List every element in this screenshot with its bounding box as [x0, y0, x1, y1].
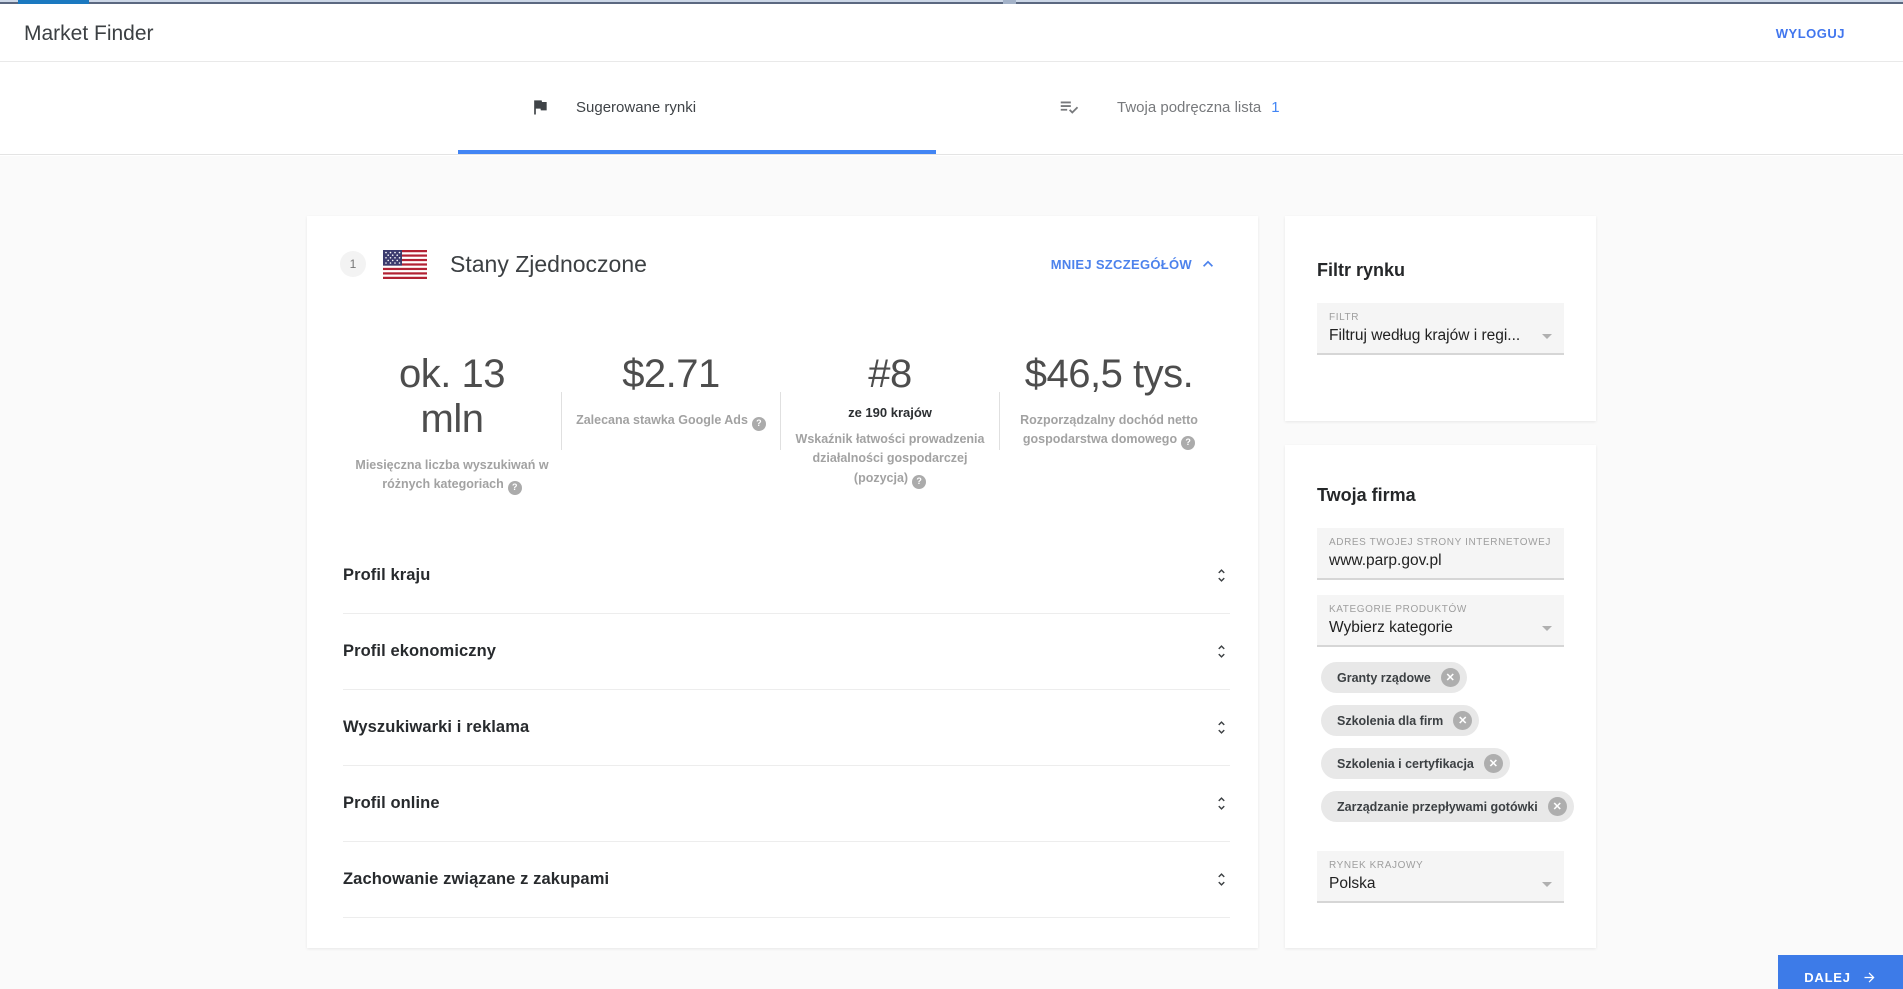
field-label: KATEGORIE PRODUKTÓW: [1329, 604, 1467, 615]
section-country-profile[interactable]: Profil kraju: [343, 538, 1230, 614]
stat-ads-bid: $2.71 Zalecana stawka Google Ads?: [562, 352, 780, 495]
field-value: Filtruj według krajów i regi...: [1329, 327, 1521, 344]
tab-suggested-markets[interactable]: Sugerowane rynki: [530, 63, 696, 151]
field-label: RYNEK KRAJOWY: [1329, 860, 1424, 871]
stat-value: ok. 13 mln: [399, 352, 505, 441]
less-details-toggle[interactable]: MNIEJ SZCZEGÓŁÓW: [1051, 254, 1218, 274]
remove-chip-icon[interactable]: ✕: [1440, 668, 1460, 687]
field-label: ADRES TWOJEJ STRONY INTERNETOWEJ: [1329, 537, 1551, 548]
field-value: Polska: [1329, 875, 1376, 892]
next-button-label: DALEJ: [1804, 970, 1851, 985]
field-value: Wybierz kategorie: [1329, 619, 1453, 636]
chip-label: Szkolenia i certyfikacja: [1337, 756, 1474, 771]
stat-caption: Wskaźnik łatwości prowadzenia działalnoś…: [795, 431, 985, 485]
tab-label: Sugerowane rynki: [576, 98, 697, 116]
stat-monthly-searches: ok. 13 mln Miesięczna liczba wyszukiwań …: [343, 352, 561, 495]
filter-card-title: Filtr rynku: [1317, 260, 1406, 280]
us-flag-icon: [383, 249, 427, 279]
home-market-select[interactable]: RYNEK KRAJOWY Polska: [1317, 851, 1564, 903]
section-purchase-behaviour[interactable]: Zachowanie związane z zakupami: [343, 842, 1230, 918]
unfold-more-icon: [1213, 567, 1230, 584]
app-header: Market Finder WYLOGUJ: [0, 6, 1903, 62]
tab-bar: Sugerowane rynki Twoja podręczna lista 1: [0, 63, 1903, 155]
flag-icon: [530, 97, 550, 117]
unfold-more-icon: [1213, 871, 1230, 888]
browser-edge-blue-segment: [18, 0, 89, 4]
unfold-more-icon: [1213, 719, 1230, 736]
remove-chip-icon[interactable]: ✕: [1453, 711, 1473, 730]
help-icon[interactable]: ?: [912, 474, 927, 489]
chip-label: Zarządzanie przepływami gotówki: [1337, 799, 1538, 814]
website-value: www.parp.gov.pl: [1329, 552, 1442, 569]
section-online-profile[interactable]: Profil online: [343, 766, 1230, 842]
stat-household-income: $46,5 tys. Rozporządzalny dochód netto g…: [1000, 352, 1218, 495]
dropdown-caret-icon: [1542, 881, 1552, 887]
stat-caption: Zalecana stawka Google Ads: [576, 412, 748, 427]
rank-badge: 1: [340, 251, 366, 277]
country-header-row: 1 Stany Zjednoczone MNIEJ SZCZEGÓŁÓW: [340, 249, 1218, 279]
chip-label: Szkolenia dla firm: [1337, 713, 1444, 728]
category-chips: Granty rządowe ✕ Szkolenia dla firm ✕ Sz…: [1321, 662, 1574, 822]
market-filter-card: Filtr rynku FILTR Filtruj według krajów …: [1285, 216, 1596, 421]
stat-ease-of-business: #8 ze 190 krajów Wskaźnik łatwości prowa…: [781, 352, 999, 495]
browser-edge-gray-segment: [1003, 0, 1016, 4]
chip-label: Granty rządowe: [1337, 670, 1431, 685]
stat-value: $2.71: [622, 352, 720, 396]
browser-edge-strip: [0, 0, 1903, 4]
market-filter-select[interactable]: FILTR Filtruj według krajów i regi...: [1317, 303, 1564, 355]
playlist-check-icon: [1058, 96, 1080, 118]
chevron-up-icon: [1198, 254, 1218, 274]
unfold-more-icon: [1213, 795, 1230, 812]
remove-chip-icon[interactable]: ✕: [1483, 754, 1503, 773]
active-tab-indicator: [458, 150, 936, 154]
chip-training-certification: Szkolenia i certyfikacja ✕: [1321, 748, 1510, 779]
section-search-and-ads[interactable]: Wyszukiwarki i reklama: [343, 690, 1230, 766]
your-company-card: Twoja firma ADRES TWOJEJ STRONY INTERNET…: [1285, 445, 1596, 948]
stat-value: #8: [868, 352, 912, 396]
stat-value: $46,5 tys.: [1024, 352, 1194, 396]
page-title: Market Finder: [24, 21, 154, 45]
chip-business-training: Szkolenia dla firm ✕: [1321, 705, 1480, 736]
section-label: Profil ekonomiczny: [343, 642, 497, 660]
section-label: Profil kraju: [343, 566, 431, 584]
company-card-title: Twoja firma: [1317, 485, 1416, 505]
help-icon[interactable]: ?: [751, 416, 766, 431]
product-categories-select[interactable]: KATEGORIE PRODUKTÓW Wybierz kategorie: [1317, 595, 1564, 647]
chip-government-grants: Granty rządowe ✕: [1321, 662, 1467, 693]
arrow-forward-icon: [1862, 970, 1877, 985]
dropdown-caret-icon: [1542, 625, 1552, 631]
field-label: FILTR: [1329, 312, 1360, 323]
logout-link[interactable]: WYLOGUJ: [1776, 26, 1845, 41]
help-icon[interactable]: ?: [507, 480, 522, 495]
next-button[interactable]: DALEJ: [1778, 955, 1903, 989]
tab-shortlist[interactable]: Twoja podręczna lista 1: [1058, 63, 1280, 151]
market-stats-row: ok. 13 mln Miesięczna liczba wyszukiwań …: [343, 352, 1218, 495]
stat-caption: Rozporządzalny dochód netto gospodarstwa…: [1020, 412, 1198, 447]
market-finder-page: Market Finder WYLOGUJ Sugerowane rynki T…: [0, 0, 1903, 989]
market-card-united-states: 1 Stany Zjednoczone MNIEJ SZCZEGÓŁÓW ok.…: [307, 216, 1258, 948]
less-details-label: MNIEJ SZCZEGÓŁÓW: [1050, 256, 1192, 272]
tab-label: Twoja podręczna lista: [1117, 98, 1262, 116]
section-label: Wyszukiwarki i reklama: [343, 718, 530, 736]
tab-count-badge: 1: [1271, 98, 1280, 116]
unfold-more-icon: [1213, 643, 1230, 660]
help-icon[interactable]: ?: [1181, 436, 1196, 451]
section-economic-profile[interactable]: Profil ekonomiczny: [343, 614, 1230, 690]
website-field[interactable]: ADRES TWOJEJ STRONY INTERNETOWEJ www.par…: [1317, 528, 1564, 580]
detail-sections: Profil kraju Profil ekonomiczny Wyszukiw…: [343, 538, 1230, 918]
chip-cash-flow-management: Zarządzanie przepływami gotówki ✕: [1321, 791, 1574, 822]
section-label: Profil online: [343, 794, 440, 812]
remove-chip-icon[interactable]: ✕: [1547, 797, 1567, 816]
section-label: Zachowanie związane z zakupami: [343, 870, 610, 888]
page-background: 1 Stany Zjednoczone MNIEJ SZCZEGÓŁÓW ok.…: [0, 156, 1903, 989]
dropdown-caret-icon: [1542, 333, 1552, 339]
country-name: Stany Zjednoczone: [450, 250, 647, 277]
stat-subvalue: ze 190 krajów: [848, 404, 932, 420]
